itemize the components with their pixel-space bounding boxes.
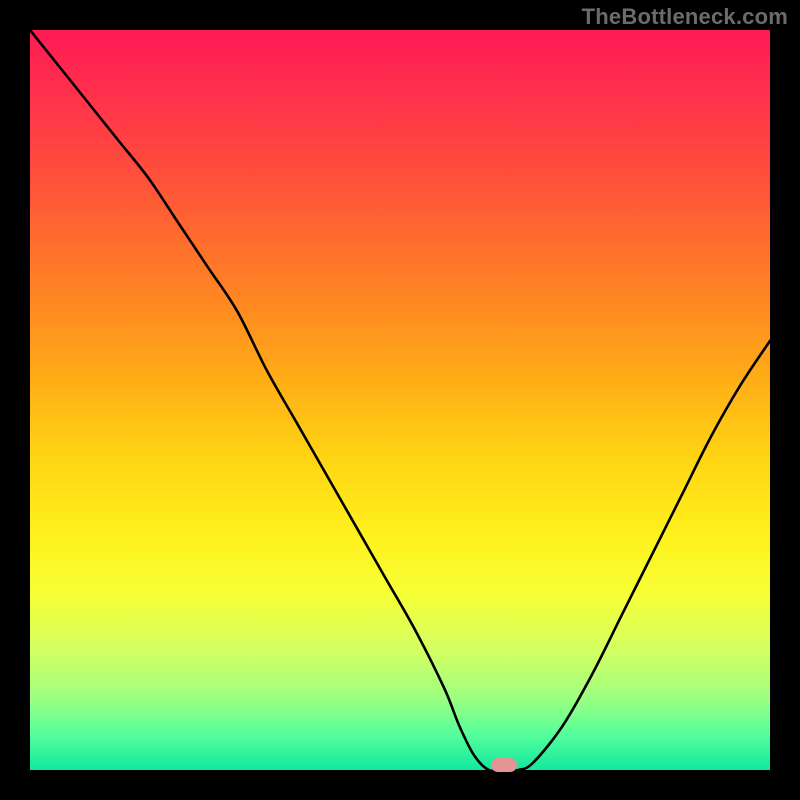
watermark-text: TheBottleneck.com [582,4,788,30]
chart-frame: TheBottleneck.com [0,0,800,800]
optimal-point-marker [491,758,517,772]
bottleneck-curve [30,30,770,770]
plot-area [30,30,770,770]
